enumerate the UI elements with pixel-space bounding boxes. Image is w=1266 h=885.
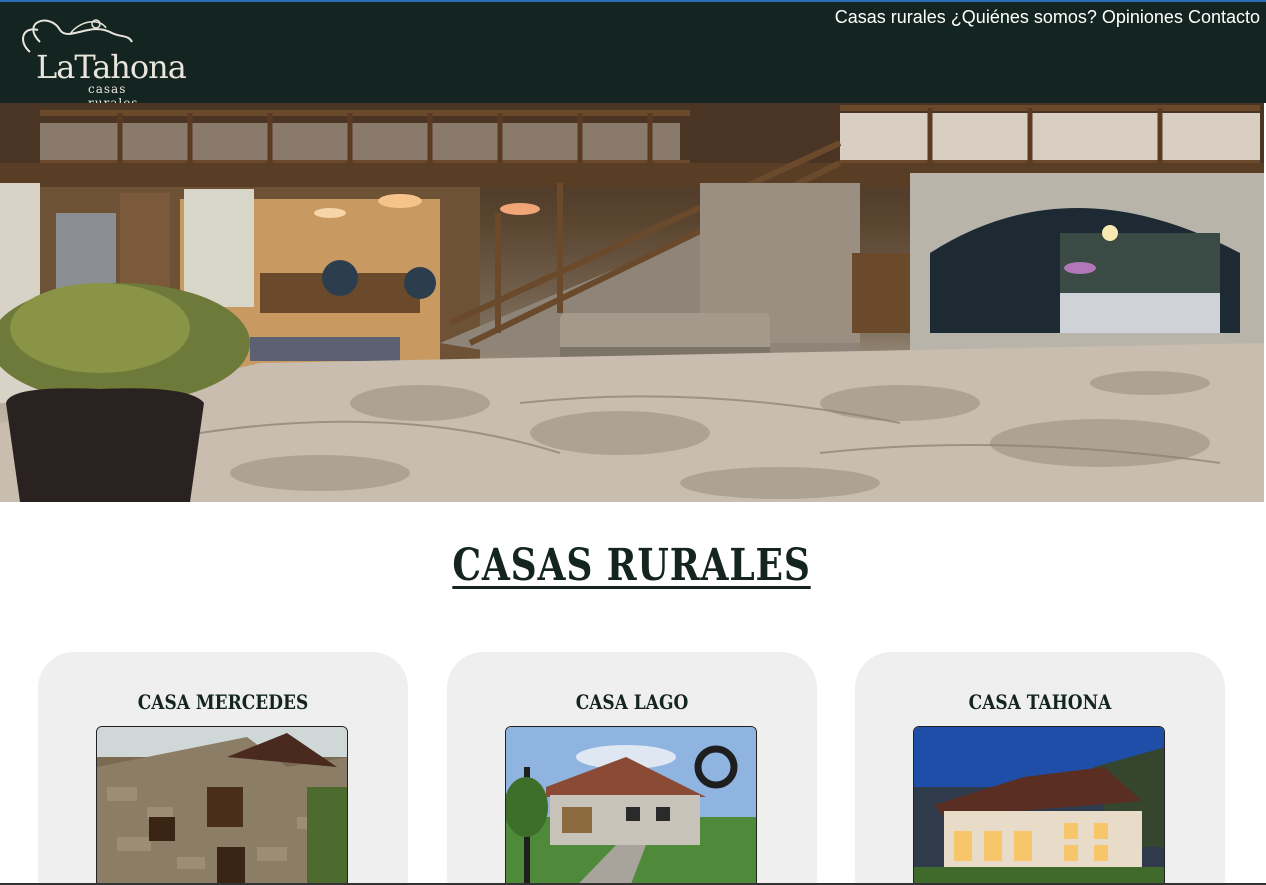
- top-navigation-bar: LaTahona casas rurales Casas rurales ¿Qu…: [0, 0, 1266, 110]
- hero-image: [0, 103, 1264, 502]
- main-nav: Casas rurales ¿Quiénes somos? Opiniones …: [835, 6, 1260, 28]
- nav-opiniones[interactable]: Opiniones: [1102, 6, 1183, 28]
- casas-rurales-title: CASAS RURALES: [452, 540, 812, 591]
- nav-contacto[interactable]: Contacto: [1188, 6, 1260, 28]
- card-casa-mercedes[interactable]: CASA MERCEDES: [38, 652, 408, 885]
- card-casa-lago[interactable]: CASA LAGO: [447, 652, 817, 885]
- card-title: CASA MERCEDES: [137, 690, 309, 714]
- site-logo[interactable]: LaTahona casas rurales: [10, 12, 187, 110]
- casa-tahona-photo[interactable]: [913, 726, 1165, 885]
- casa-lago-photo[interactable]: [505, 726, 757, 885]
- section-heading: CASAS RURALES: [0, 540, 1264, 591]
- card-title: CASA LAGO: [575, 690, 689, 714]
- card-title: CASA TAHONA: [968, 690, 1112, 714]
- nav-quienes-somos[interactable]: ¿Quiénes somos?: [951, 6, 1097, 28]
- logo-text: LaTahona: [36, 48, 187, 86]
- nav-casas-rurales[interactable]: Casas rurales: [835, 6, 946, 28]
- card-casa-tahona[interactable]: CASA TAHONA: [855, 652, 1225, 885]
- casa-mercedes-photo[interactable]: [96, 726, 348, 885]
